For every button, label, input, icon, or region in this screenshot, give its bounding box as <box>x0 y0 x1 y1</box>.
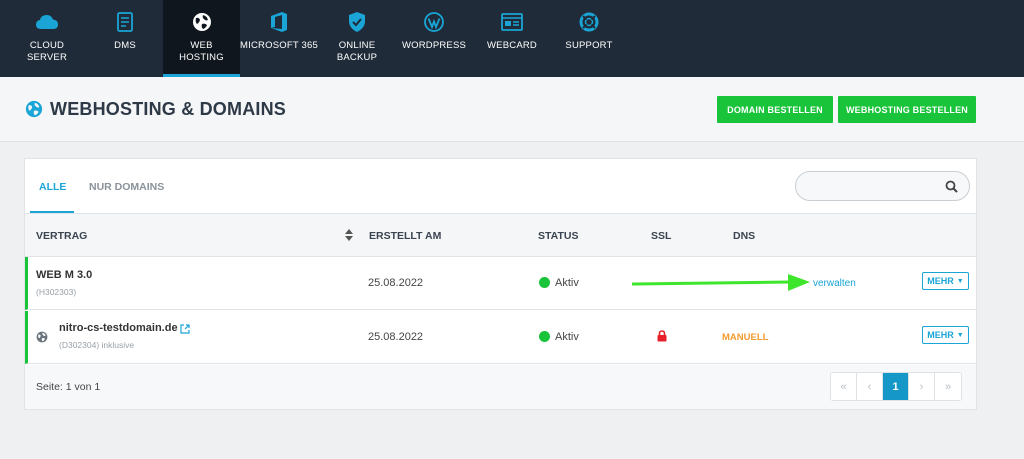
globe-icon <box>191 11 213 33</box>
table-row: WEB M 3.0 (H302303) 25.08.2022 Aktiv ver… <box>25 257 976 310</box>
globe-icon <box>25 100 43 118</box>
caret-down-icon: ▼ <box>956 277 964 285</box>
prev-page-button[interactable]: ‹ <box>857 373 883 400</box>
column-header-contract[interactable]: VERTRAG <box>36 230 87 242</box>
nav-label: WEB HOSTING <box>179 40 224 63</box>
page-title: WEBHOSTING & DOMAINS <box>50 99 286 119</box>
nav-item-webcard[interactable]: WEBCARD <box>482 0 542 77</box>
column-header-dns: DNS <box>733 230 756 242</box>
column-header-status: STATUS <box>538 230 579 242</box>
status-active-dot <box>539 331 550 342</box>
created-date: 25.08.2022 <box>368 331 424 343</box>
dns-manage-link[interactable]: verwalten <box>813 278 856 289</box>
pagination: « ‹ 1 › » <box>830 372 962 401</box>
page-header: WEBHOSTING & DOMAINS DOMAIN BESTELLEN WE… <box>0 77 1024 142</box>
order-webhosting-button[interactable]: WEBHOSTING BESTELLEN <box>838 96 976 123</box>
order-domain-button[interactable]: DOMAIN BESTELLEN <box>717 96 833 123</box>
table-row: nitro-cs-testdomain.de (D302304) inklusi… <box>25 311 976 364</box>
status-text: Aktiv <box>555 331 579 343</box>
more-label: MEHR <box>927 276 954 286</box>
contracts-card: ALLE NUR DOMAINS VERTRAG ERSTELLT AM STA… <box>24 158 977 410</box>
nav-label: DMS <box>114 40 136 51</box>
next-page-button[interactable]: › <box>909 373 935 400</box>
nav-label: WEBCARD <box>487 40 537 51</box>
status-text: Aktiv <box>555 277 579 289</box>
sort-icon[interactable] <box>345 229 353 241</box>
search-input[interactable] <box>795 171 970 201</box>
created-date: 25.08.2022 <box>368 277 424 289</box>
nav-label: ONLINE BACKUP <box>336 40 378 63</box>
more-dropdown-button[interactable]: MEHR ▼ <box>922 272 969 290</box>
nav-item-cloud-server[interactable]: CLOUD SERVER <box>16 0 78 77</box>
top-navigation: CLOUD SERVER DMS WEB HOSTING MICROSOFT 3… <box>0 0 1024 77</box>
nav-label: CLOUD SERVER <box>26 40 68 63</box>
tab-all[interactable]: ALLE <box>39 181 66 193</box>
nav-item-web-hosting[interactable]: WEB HOSTING <box>163 0 240 77</box>
cloud-icon <box>36 11 58 33</box>
nav-label: SUPPORT <box>565 40 613 51</box>
webcard-icon <box>501 11 523 33</box>
page-info: Seite: 1 von 1 <box>36 381 101 393</box>
globe-icon <box>36 331 48 343</box>
nav-item-wordpress[interactable]: WORDPRESS <box>400 0 468 77</box>
nav-item-dms[interactable]: DMS <box>94 0 156 77</box>
more-dropdown-button[interactable]: MEHR ▼ <box>922 326 969 344</box>
nav-item-support[interactable]: SUPPORT <box>560 0 618 77</box>
office-icon <box>268 11 290 33</box>
contract-name: WEB M 3.0 <box>36 269 93 281</box>
more-label: MEHR <box>927 330 954 340</box>
arrow-annotation <box>631 274 810 291</box>
nav-label: WORDPRESS <box>401 40 467 51</box>
document-icon <box>114 11 136 33</box>
nav-item-online-backup[interactable]: ONLINE BACKUP <box>327 0 387 77</box>
table-header: VERTRAG ERSTELLT AM STATUS SSL DNS <box>25 213 976 257</box>
page-1-button[interactable]: 1 <box>883 373 909 400</box>
nav-label: MICROSOFT 365 <box>240 40 318 51</box>
lock-icon <box>657 330 667 342</box>
column-header-created[interactable]: ERSTELLT AM <box>369 230 441 242</box>
external-link-icon[interactable] <box>180 324 190 334</box>
last-page-button[interactable]: » <box>935 373 961 400</box>
nav-item-microsoft-365[interactable]: MICROSOFT 365 <box>240 0 318 77</box>
shield-icon <box>346 11 368 33</box>
contract-id: (D302304) inklusive <box>59 340 135 350</box>
status-active-dot <box>539 277 550 288</box>
column-header-ssl: SSL <box>651 230 672 242</box>
contract-id: (H302303) <box>36 287 77 297</box>
dns-mode: MANUELL <box>722 332 769 343</box>
caret-down-icon: ▼ <box>956 331 964 339</box>
lifebuoy-icon <box>578 11 600 33</box>
tab-domains-only[interactable]: NUR DOMAINS <box>89 181 164 193</box>
domain-name-link[interactable]: nitro-cs-testdomain.de <box>59 322 178 334</box>
search-icon[interactable] <box>945 180 958 193</box>
first-page-button[interactable]: « <box>831 373 857 400</box>
wordpress-icon <box>423 11 445 33</box>
